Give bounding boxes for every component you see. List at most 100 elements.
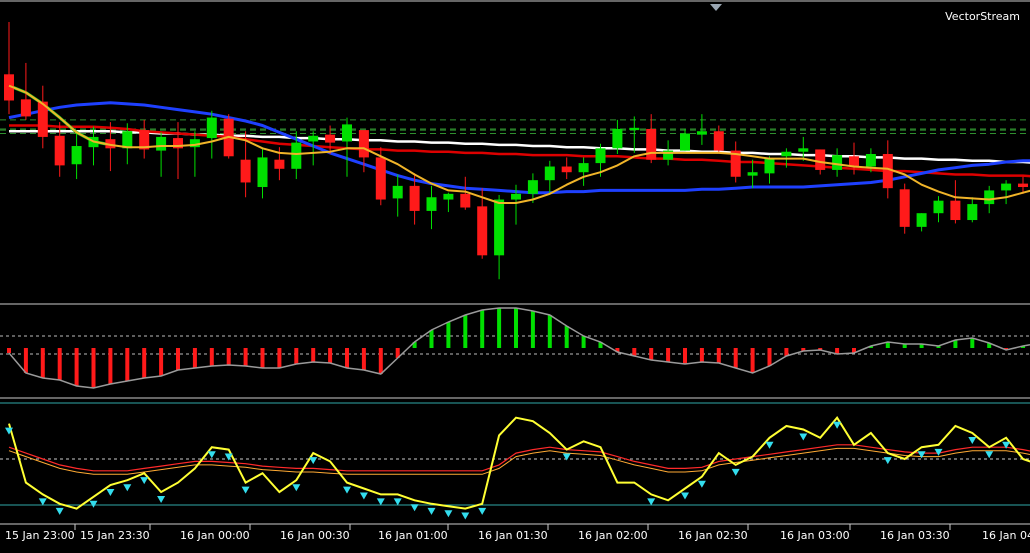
candle-body [629, 127, 640, 131]
axis-tick-label: 16 Jan 00:30 [280, 529, 350, 542]
candle-body [342, 124, 352, 142]
down-arrow-icon [985, 451, 994, 459]
down-arrow-icon [343, 486, 351, 494]
candle-body [764, 158, 775, 174]
candle-body [54, 135, 65, 166]
down-arrow-icon [123, 484, 132, 492]
osc-bar [74, 348, 79, 386]
candle-body [916, 213, 927, 227]
candle-body [832, 155, 843, 170]
chart-canvas[interactable]: 15 Jan 23:00 15 Jan 23:30 16 Jan 00:00 16 J… [0, 0, 1030, 549]
down-arrow-icon [309, 457, 318, 465]
osc-bar [260, 348, 265, 368]
down-arrow-icon [410, 504, 419, 512]
candle-body [71, 146, 82, 165]
osc-bar [632, 348, 637, 356]
candle-body [646, 128, 657, 160]
osc-bar [446, 322, 451, 348]
down-arrow-icon [833, 421, 842, 429]
osc-bar [716, 348, 721, 363]
osc-bar [108, 348, 113, 384]
osc-bar [294, 348, 299, 364]
candle-body [713, 131, 724, 151]
down-arrow-icon [359, 492, 368, 500]
candle-body [578, 163, 589, 173]
down-arrow-icon [444, 510, 453, 518]
candle-body [20, 99, 31, 117]
osc-bar [209, 348, 214, 366]
down-arrow-icon [697, 480, 706, 488]
candle-body [375, 157, 386, 200]
down-arrow-icon [393, 498, 402, 506]
candle-body [477, 206, 488, 256]
down-arrow-icon [89, 500, 98, 508]
osc-bar [23, 348, 28, 373]
candle-body [781, 151, 792, 157]
indicator-label: VectorStream [945, 10, 1020, 23]
scroll-marker-icon[interactable] [710, 4, 722, 11]
osc-bar [480, 310, 485, 348]
oscillator-panel [0, 307, 1030, 399]
osc-bar [649, 348, 654, 360]
down-arrow-icon [731, 468, 740, 476]
stochastic-panel [0, 402, 1030, 525]
down-arrow-icon [106, 488, 115, 496]
stoch-signal-line [8, 444, 1030, 472]
osc-bar [176, 348, 180, 370]
osc-bar [40, 348, 45, 378]
candle-body [933, 200, 944, 214]
candle-body [308, 135, 319, 142]
osc-bar [767, 348, 772, 366]
down-arrow-icon [917, 451, 926, 459]
candle-body [392, 185, 403, 199]
down-arrow-icon [292, 484, 301, 492]
osc-bar [226, 348, 231, 365]
candle-body [409, 185, 420, 211]
time-axis: 15 Jan 23:00 15 Jan 23:30 16 Jan 00:00 16 J… [5, 524, 1030, 542]
osc-bar [378, 348, 383, 374]
down-arrow-icon [478, 507, 487, 515]
osc-bar [497, 308, 502, 348]
osc-bar [91, 348, 96, 388]
candle-body [561, 166, 572, 173]
axis-tick-label: 16 Jan 04:00 [982, 529, 1030, 542]
down-arrow-icon [38, 498, 47, 506]
osc-bar [311, 348, 316, 362]
osc-bar [159, 348, 164, 376]
down-arrow-icon [765, 441, 774, 449]
candle-body [865, 154, 876, 167]
price-panel [0, 0, 1030, 305]
osc-bar [125, 348, 130, 381]
candle-body [612, 128, 623, 149]
osc-bar [564, 326, 569, 348]
candle-body [747, 172, 758, 176]
axis-tick-label: 16 Jan 01:30 [478, 529, 548, 542]
down-arrow-icon [427, 507, 436, 515]
axis-tick-label: 16 Jan 02:00 [578, 529, 648, 542]
axis-tick-label: 16 Jan 03:30 [880, 529, 950, 542]
candle-body [967, 204, 978, 221]
trading-chart[interactable]: 15 Jan 23:00 15 Jan 23:30 16 Jan 00:00 16 J… [0, 0, 1030, 549]
candle-body [899, 189, 910, 227]
axis-tick-label: 16 Jan 03:00 [780, 529, 850, 542]
osc-bar [514, 308, 518, 348]
down-arrow-icon [140, 477, 149, 485]
candle-body [544, 166, 555, 181]
down-arrow-icon [968, 437, 977, 445]
down-arrow-icon [799, 433, 808, 441]
candle-body [206, 117, 217, 139]
osc-bar [57, 348, 62, 380]
candle-body [156, 136, 167, 151]
candle-body [950, 200, 961, 221]
osc-bar [581, 336, 586, 348]
osc-bar [243, 348, 248, 366]
down-arrow-icon [647, 498, 656, 506]
candle-body [595, 148, 606, 164]
candle-body [882, 154, 893, 189]
candle-body [325, 134, 336, 143]
osc-bar [142, 348, 147, 378]
down-arrow-icon [883, 457, 892, 465]
osc-bar [547, 315, 552, 348]
axis-tick-label: 15 Jan 23:30 [80, 529, 150, 542]
ma-slow-line [9, 124, 1030, 178]
